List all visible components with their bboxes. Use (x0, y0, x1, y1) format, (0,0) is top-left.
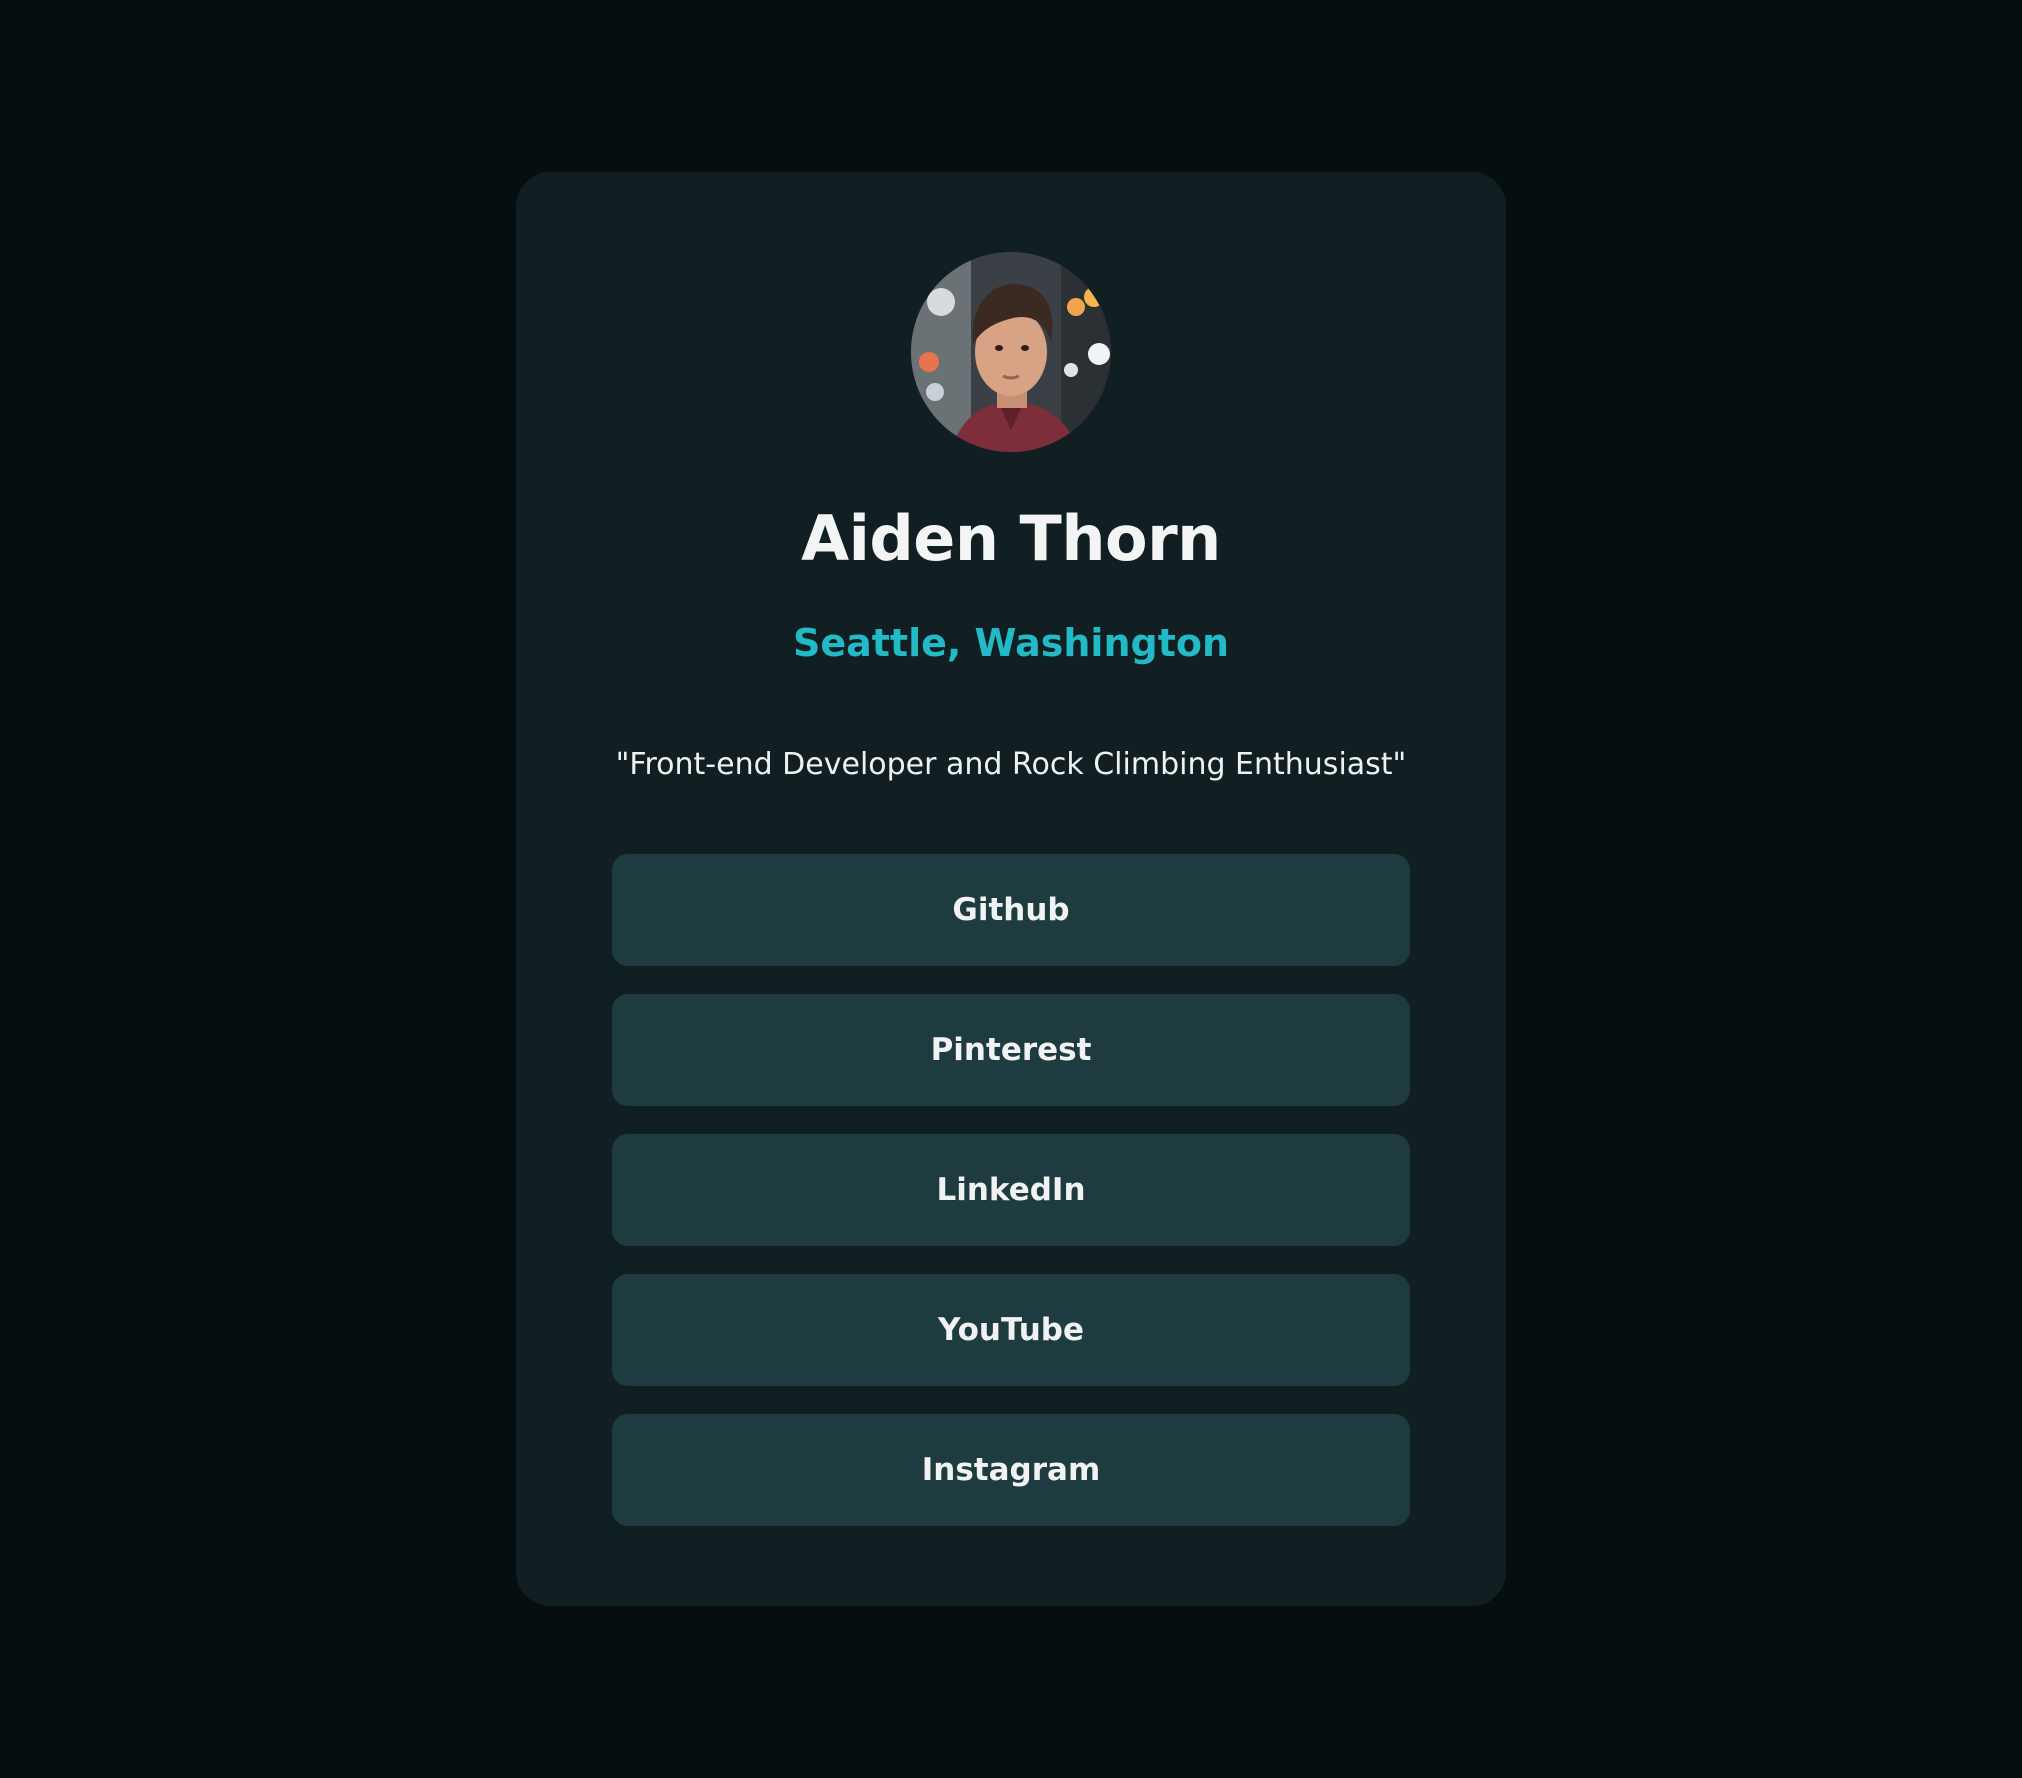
instagram-link-button[interactable]: Instagram (612, 1414, 1410, 1526)
github-link-button[interactable]: Github (612, 854, 1410, 966)
profile-card: Aiden Thorn Seattle, Washington "Front-e… (516, 172, 1506, 1606)
avatar-photo (911, 252, 1111, 452)
youtube-link-button[interactable]: YouTube (612, 1274, 1410, 1386)
profile-location: Seattle, Washington (792, 621, 1230, 665)
social-links: Github Pinterest LinkedIn YouTube Instag… (612, 854, 1410, 1554)
avatar (911, 252, 1111, 452)
profile-bio: "Front-end Developer and Rock Climbing E… (615, 747, 1407, 782)
pinterest-link-button[interactable]: Pinterest (612, 994, 1410, 1106)
linkedin-link-button[interactable]: LinkedIn (612, 1134, 1410, 1246)
profile-name: Aiden Thorn (801, 502, 1221, 575)
